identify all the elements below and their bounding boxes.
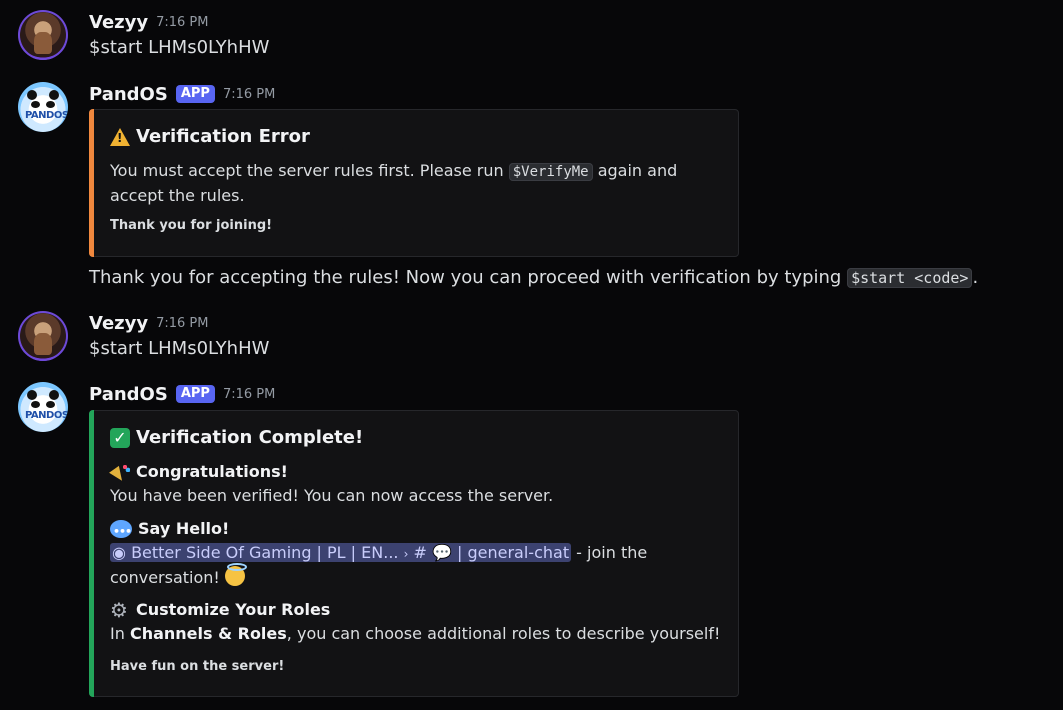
app-badge: APP [175, 85, 215, 103]
avatar-logo-text: PANDOS [25, 410, 68, 421]
followup-post: . [972, 267, 979, 288]
followup-pre: Thank you for accepting the rules! Now y… [89, 267, 848, 288]
message-text: $start LHMs0LYhHW [89, 338, 270, 359]
section-text-post: - join the [571, 543, 648, 562]
timestamp: 7:16 PM [222, 386, 276, 402]
check-mark-icon: ✓ [110, 427, 130, 448]
embed-text-pre: You must accept the server rules first. … [110, 161, 509, 180]
message-vezyy-1: Vezyy 7:16 PM $start LHMs0LYhHW [0, 10, 1063, 70]
section-say-hello: Say Hello! ◉ Better Side Of Gaming | PL … [110, 517, 730, 590]
hash-icon: # [413, 543, 427, 562]
user-avatar[interactable] [18, 311, 68, 361]
app-badge: APP [175, 385, 215, 403]
party-popper-icon [110, 462, 130, 482]
server-icon: ◉ [112, 543, 126, 562]
section-congratulations: Congratulations! You have been verified!… [110, 460, 553, 508]
section-title: Say Hello! [110, 517, 730, 544]
section-title: ⚙ Customize Your Roles [110, 598, 730, 622]
section-text-line2: conversation! [110, 568, 220, 587]
roles-bold: Channels & Roles [129, 624, 287, 643]
message-header: PandOS APP 7:16 PM [89, 82, 275, 106]
channel-line: ◉ Better Side Of Gaming | PL | EN... › #… [110, 541, 730, 566]
warning-icon: ! [110, 127, 130, 146]
section-roles: ⚙ Customize Your Roles In Channels & Rol… [110, 598, 730, 646]
speech-bubble-icon [110, 520, 132, 544]
message-pandos-2: PANDOS PandOS APP 7:16 PM ✓ Verification… [0, 382, 1063, 702]
mention-server: Better Side Of Gaming | PL | EN... [131, 543, 399, 562]
section-text: In Channels & Roles, you can choose addi… [110, 622, 730, 646]
embed-footer: Have fun on the server! [110, 659, 285, 674]
embed-color-bar [89, 410, 94, 697]
author-name[interactable]: Vezyy [89, 12, 148, 33]
section-text: You have been verified! You can now acce… [110, 486, 554, 505]
user-avatar[interactable] [18, 10, 68, 60]
error-embed: ! Verification Error You must accept the… [89, 109, 739, 257]
message-header: PandOS APP 7:16 PM [89, 382, 275, 406]
bot-avatar[interactable]: PANDOS [18, 82, 68, 132]
timestamp: 7:16 PM [156, 315, 209, 331]
smiling-halo-icon [224, 563, 247, 586]
timestamp: 7:16 PM [156, 14, 209, 30]
followup-text: Thank you for accepting the rules! Now y… [89, 267, 1049, 288]
message-pandos-1: PANDOS PandOS APP 7:16 PM ! Verification… [0, 82, 1063, 297]
roles-post: , you can choose additional roles to des… [286, 624, 721, 643]
bot-avatar[interactable]: PANDOS [18, 382, 68, 432]
timestamp: 7:16 PM [222, 86, 276, 102]
roles-pre: In [110, 624, 130, 643]
section-title-text: Congratulations! [136, 462, 288, 481]
section-title: Congratulations! [110, 460, 553, 484]
gear-icon: ⚙ [110, 598, 128, 622]
embed-title-text: Verification Error [136, 126, 310, 147]
embed-footer: Thank you for joining! [110, 218, 273, 233]
embed-title: ! Verification Error [110, 126, 310, 147]
author-name[interactable]: PandOS [89, 384, 168, 405]
embed-color-bar [89, 109, 94, 257]
avatar-logo-text: PANDOS [25, 110, 68, 121]
channel-line-2: conversation! [110, 563, 730, 590]
author-name[interactable]: PandOS [89, 84, 168, 105]
mention-channel: | general-chat [457, 543, 570, 562]
embed-title: ✓ Verification Complete! [110, 427, 363, 448]
embed-description: You must accept the server rules first. … [110, 159, 710, 208]
embed-title-text: Verification Complete! [136, 427, 364, 448]
inline-code: $start <code> [847, 268, 973, 288]
section-title-text: Customize Your Roles [136, 600, 331, 619]
message-vezyy-2: Vezyy 7:16 PM $start LHMs0LYhHW [0, 311, 1063, 371]
success-embed: ✓ Verification Complete! Congratulations… [89, 410, 739, 697]
message-text: $start LHMs0LYhHW [89, 37, 270, 58]
inline-code: $VerifyMe [508, 163, 593, 181]
speech-bubble-small-icon: 💬 [432, 543, 452, 562]
author-name[interactable]: Vezyy [89, 313, 148, 334]
message-header: Vezyy 7:16 PM [89, 311, 209, 335]
channel-mention[interactable]: ◉ Better Side Of Gaming | PL | EN... › #… [110, 543, 572, 562]
message-header: Vezyy 7:16 PM [89, 10, 209, 34]
mention-separator: › [403, 547, 409, 561]
section-title-text: Say Hello! [138, 519, 230, 538]
